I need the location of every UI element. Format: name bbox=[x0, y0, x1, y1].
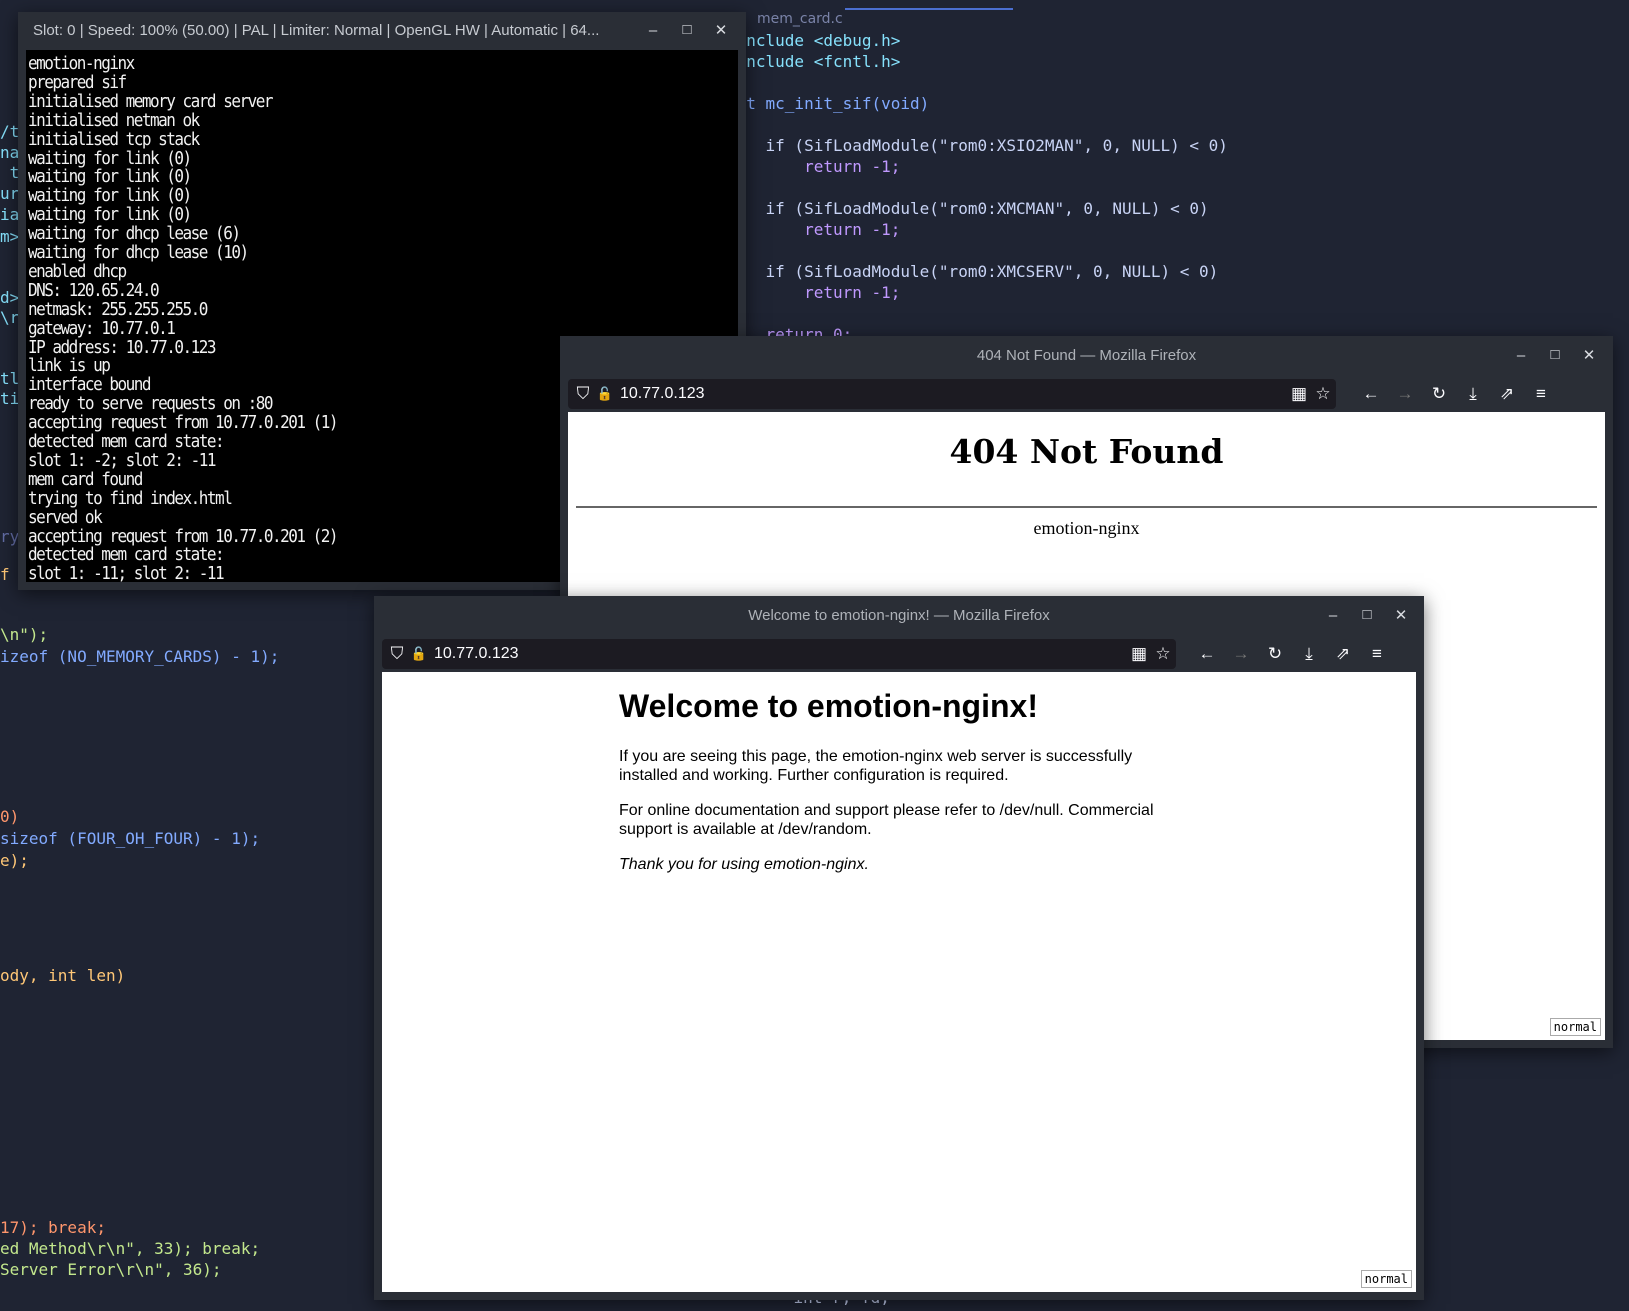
code-fragment: t bbox=[0, 163, 20, 182]
intro-paragraph: If you are seeing this page, the emotion… bbox=[619, 748, 1133, 784]
code-fragment: \n"); bbox=[0, 625, 49, 644]
code-fragment: tl bbox=[0, 369, 20, 388]
firefox-404-titlebar[interactable]: 404 Not Found — Mozilla Firefox – □ ✕ bbox=[560, 336, 1613, 376]
minimize-icon[interactable]: – bbox=[642, 12, 664, 50]
reload-icon[interactable]: ↻ bbox=[1262, 639, 1288, 669]
thanks-paragraph: Thank you for using emotion-nginx. bbox=[619, 856, 869, 873]
lock-icon[interactable]: 🔓 bbox=[592, 379, 618, 409]
maximize-icon[interactable]: □ bbox=[676, 12, 698, 48]
code-line: int mc_init_sif(void) bbox=[745, 94, 930, 113]
code-fragment: ody, int len) bbox=[0, 966, 126, 985]
forward-icon[interactable]: → bbox=[1392, 379, 1418, 409]
console-line: slot 1: -11; slot 2: -11 bbox=[28, 562, 225, 582]
tab-active-indicator bbox=[845, 8, 1013, 10]
page-title: 404 Not Found bbox=[949, 432, 1224, 471]
welcome-content: Welcome to emotion-nginx! If you are see… bbox=[619, 688, 1179, 890]
code-fragment: ia bbox=[0, 205, 20, 224]
code-fragment: e); bbox=[0, 851, 29, 870]
download-icon[interactable]: ⤓ bbox=[1296, 639, 1322, 669]
share-icon[interactable]: ⇗ bbox=[1494, 379, 1520, 409]
console-line: mem card found bbox=[28, 467, 143, 490]
code-line: if (SifLoadModule("rom0:XSIO2MAN", 0, NU… bbox=[745, 136, 1228, 155]
minimize-icon[interactable]: – bbox=[1510, 336, 1532, 376]
download-icon[interactable]: ⤓ bbox=[1460, 379, 1486, 409]
docs-paragraph: For online documentation and support ple… bbox=[619, 802, 1154, 838]
console-line: served ok bbox=[28, 505, 103, 527]
divider bbox=[576, 506, 1597, 508]
code-fragment: ed Method\r\n", 33); break; bbox=[0, 1239, 261, 1258]
share-icon[interactable]: ⇗ bbox=[1330, 639, 1356, 669]
close-icon[interactable]: ✕ bbox=[710, 12, 732, 50]
editor-tab-mem-card[interactable]: mem_card.c bbox=[757, 11, 843, 27]
url-bar[interactable]: ⛉ 🔓 10.77.0.123 ▦ ☆ bbox=[568, 379, 1336, 409]
code-fragment: d> bbox=[0, 288, 20, 307]
lock-icon[interactable]: 🔓 bbox=[406, 639, 432, 669]
back-icon[interactable]: ← bbox=[1358, 379, 1384, 409]
code-fragment: \r bbox=[0, 308, 20, 327]
console-line: slot 1: -2; slot 2: -11 bbox=[28, 448, 217, 471]
code-fragment: izeof (NO_MEMORY_CARDS) - 1); bbox=[0, 647, 280, 666]
firefox-welcome-titlebar[interactable]: Welcome to emotion-nginx! — Mozilla Fire… bbox=[374, 596, 1424, 636]
console-line: initialised memory card server bbox=[28, 89, 273, 112]
url-text[interactable]: 10.77.0.123 bbox=[434, 639, 519, 669]
code-line: #include <debug.h> bbox=[745, 31, 901, 50]
code-fragment: Server Error\r\n", 36); bbox=[0, 1260, 222, 1279]
code-fragment: 0) bbox=[0, 807, 20, 826]
console-line: gateway: 10.77.0.1 bbox=[28, 316, 176, 338]
code-fragment: ry bbox=[0, 527, 20, 546]
console-line: DNS: 120.65.24.0 bbox=[28, 278, 160, 301]
console-line: enabled dhcp bbox=[28, 259, 127, 282]
maximize-icon[interactable]: □ bbox=[1356, 596, 1378, 634]
server-signature: emotion-nginx bbox=[1033, 518, 1140, 538]
reload-icon[interactable]: ↻ bbox=[1426, 379, 1452, 409]
minimize-icon[interactable]: – bbox=[1322, 596, 1344, 636]
firefox-404-toolbar: ⛉ 🔓 10.77.0.123 ▦ ☆ ← → ↻ ⤓ ⇗ ≡ bbox=[560, 376, 1613, 412]
code-fragment: ti bbox=[0, 389, 20, 408]
code-line: if (SifLoadModule("rom0:XMCSERV", 0, NUL… bbox=[745, 262, 1219, 281]
forward-icon[interactable]: → bbox=[1228, 639, 1254, 669]
console-line: prepared sif bbox=[28, 70, 127, 93]
firefox-404-title: 404 Not Found — Mozilla Firefox bbox=[976, 347, 1197, 364]
code-line: return -1; bbox=[804, 283, 901, 302]
bookmark-star-icon[interactable]: ☆ bbox=[1150, 639, 1176, 669]
maximize-icon[interactable]: □ bbox=[1544, 336, 1566, 374]
page-title: Welcome to emotion-nginx! bbox=[619, 688, 1038, 724]
code-fragment: /t bbox=[0, 122, 20, 141]
console-line: initialised netman ok bbox=[28, 108, 200, 130]
code-fragment: m> bbox=[0, 227, 20, 246]
url-bar[interactable]: ⛉ 🔓 10.77.0.123 ▦ ☆ bbox=[382, 639, 1176, 669]
code-line: return -1; bbox=[804, 157, 901, 176]
status-badge: normal bbox=[1360, 1270, 1412, 1288]
code-line: if (SifLoadModule("rom0:XMCMAN", 0, NULL… bbox=[745, 199, 1209, 218]
firefox-welcome-toolbar: ⛉ 🔓 10.77.0.123 ▦ ☆ ← → ↻ ⤓ ⇗ ≡ bbox=[374, 636, 1424, 672]
back-icon[interactable]: ← bbox=[1194, 639, 1220, 669]
menu-icon[interactable]: ≡ bbox=[1528, 379, 1554, 409]
firefox-welcome-title: Welcome to emotion-nginx! — Mozilla Fire… bbox=[748, 607, 1050, 624]
close-icon[interactable]: ✕ bbox=[1390, 596, 1412, 636]
console-line: netmask: 255.255.255.0 bbox=[28, 297, 208, 319]
console-line: initialised tcp stack bbox=[28, 127, 200, 149]
close-icon[interactable]: ✕ bbox=[1578, 336, 1600, 376]
extensions-icon[interactable]: ▦ bbox=[1286, 379, 1312, 409]
editor-tab-strip: mem_card.c bbox=[745, 8, 1629, 30]
code-line: #include <fcntl.h> bbox=[745, 52, 901, 71]
code-fragment: na bbox=[0, 143, 20, 162]
code-fragment: ur bbox=[0, 184, 20, 203]
emulator-title: Slot: 0 | Speed: 100% (50.00) | PAL | Li… bbox=[33, 22, 600, 39]
status-badge: normal bbox=[1549, 1018, 1601, 1036]
menu-icon[interactable]: ≡ bbox=[1364, 639, 1390, 669]
code-fragment: f bbox=[0, 565, 10, 584]
bookmark-star-icon[interactable]: ☆ bbox=[1310, 379, 1336, 409]
code-fragment: sizeof (FOUR_OH_FOUR) - 1); bbox=[0, 829, 261, 848]
emulator-titlebar[interactable]: Slot: 0 | Speed: 100% (50.00) | PAL | Li… bbox=[18, 12, 746, 50]
code-line: return -1; bbox=[804, 220, 901, 239]
console-line: trying to find index.html bbox=[28, 486, 233, 508]
url-text[interactable]: 10.77.0.123 bbox=[620, 379, 705, 409]
firefox-welcome-window[interactable]: Welcome to emotion-nginx! — Mozilla Fire… bbox=[374, 596, 1424, 1300]
extensions-icon[interactable]: ▦ bbox=[1126, 639, 1152, 669]
code-fragment: 17); break; bbox=[0, 1218, 106, 1237]
firefox-welcome-viewport[interactable]: Welcome to emotion-nginx! If you are see… bbox=[382, 672, 1416, 1292]
